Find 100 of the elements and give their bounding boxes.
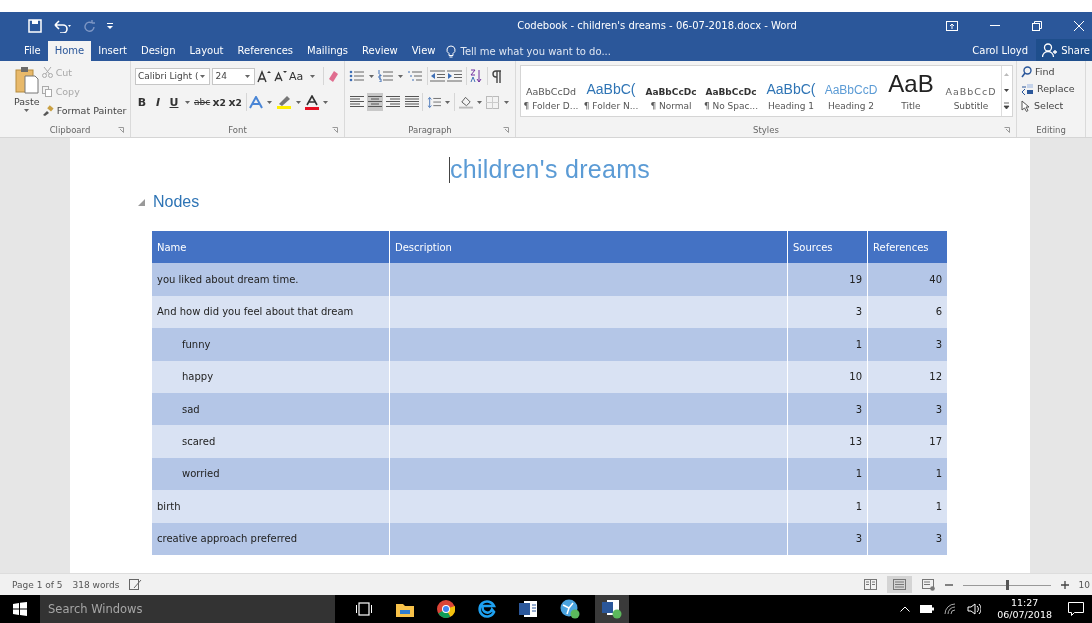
word-count[interactable]: 318 words (72, 579, 120, 590)
numbering-icon[interactable] (378, 67, 394, 85)
zoom-slider[interactable] (962, 578, 1051, 591)
font-name-field[interactable]: Calibri Light ( (135, 67, 211, 85)
share-button[interactable]: Share (1036, 39, 1092, 61)
decrease-indent-icon[interactable] (430, 67, 445, 85)
dropdown-arrow-icon[interactable] (504, 100, 509, 104)
line-spacing-icon[interactable] (421, 93, 441, 111)
style-item[interactable]: AaBbCcDd ¶ Folder D... (521, 66, 581, 116)
zoom-thumb[interactable] (1005, 579, 1009, 590)
document-app-icon[interactable] (519, 601, 537, 617)
taskbar-app-button[interactable] (595, 595, 629, 623)
ribbon-tab[interactable]: Home (47, 41, 92, 61)
align-button[interactable] (367, 93, 384, 111)
style-item[interactable]: AaBbC( ¶ Folder N... (581, 66, 641, 116)
dropdown-arrow-icon[interactable] (323, 100, 329, 104)
read-mode-icon[interactable] (863, 579, 877, 590)
dropdown-arrow-icon[interactable] (24, 109, 30, 112)
ribbon-tab[interactable]: Insert (91, 41, 134, 61)
ribbon-tab[interactable]: View (404, 41, 443, 61)
zoom-level[interactable]: 10 (1078, 579, 1092, 590)
dropdown-arrow-icon[interactable] (398, 74, 403, 78)
replace-button[interactable]: Replace (1021, 80, 1081, 97)
notifications-icon[interactable] (1068, 602, 1084, 616)
print-layout-button[interactable] (886, 576, 912, 593)
page-count[interactable]: Page 1 of 5 (12, 579, 63, 590)
browser-icon[interactable] (437, 600, 455, 618)
increase-indent-icon[interactable] (447, 67, 467, 85)
style-item[interactable]: AaBbC( Heading 1 (761, 66, 821, 116)
dropdown-arrow-icon[interactable] (245, 74, 250, 78)
dropdown-arrow-icon[interactable] (369, 74, 374, 78)
change-case-button[interactable]: Aa (289, 67, 303, 85)
find-button[interactable]: Find (1021, 63, 1081, 80)
table-cell-text: 1 (934, 499, 943, 514)
undo-icon[interactable] (52, 18, 74, 33)
multilevel-list-icon[interactable] (407, 67, 428, 85)
wifi-icon[interactable] (944, 603, 958, 615)
dropdown-arrow-icon[interactable] (477, 100, 482, 104)
style-item[interactable]: AaB Title (881, 66, 941, 116)
dialog-launcher-icon[interactable] (503, 127, 509, 133)
save-icon[interactable] (28, 18, 42, 33)
web-layout-icon[interactable] (921, 578, 935, 591)
search-field[interactable]: Search Windows (40, 595, 335, 623)
style-item[interactable]: AaBbCcD Subtitle (941, 66, 1001, 116)
proofing-icon[interactable] (129, 579, 143, 590)
shading-icon[interactable] (454, 93, 473, 111)
tell-me-field[interactable]: Tell me what you want to do... (460, 43, 636, 59)
paste-button[interactable]: Paste (14, 64, 40, 123)
folder-icon[interactable] (396, 601, 414, 617)
format-painter-button[interactable]: Format Painter (41, 102, 127, 119)
italic-button[interactable]: I (151, 93, 165, 111)
group-label: Styles (753, 125, 779, 135)
customize-arrow-icon[interactable] (106, 21, 114, 30)
dialog-launcher-icon[interactable] (1004, 127, 1010, 133)
close-icon[interactable] (1074, 20, 1084, 31)
style-item[interactable]: AaBbCcDc ¶ Normal (641, 66, 701, 116)
task-view-icon[interactable] (355, 602, 373, 616)
table-cell-text: 1 (934, 467, 943, 482)
pilcrow-icon[interactable] (490, 67, 504, 85)
dropdown-arrow-icon[interactable] (200, 74, 206, 78)
font-size-field[interactable]: 24 (212, 67, 255, 85)
ribbon-tab[interactable]: Review (355, 41, 405, 61)
style-item[interactable]: AaBbCcD Heading 2 (821, 66, 881, 116)
dropdown-arrow-icon[interactable] (296, 100, 302, 104)
clock-date[interactable]: 06/07/2018 (997, 609, 1052, 621)
style-item[interactable]: AaBbCcDc ¶ No Spac... (701, 66, 761, 116)
minimize-icon[interactable] (990, 24, 1000, 27)
document-app-icon (602, 599, 622, 619)
user-name[interactable]: Carol Lloyd (972, 41, 1037, 61)
dialog-launcher-icon[interactable] (118, 127, 124, 133)
select-button[interactable]: Select (1021, 97, 1081, 114)
dropdown-arrow-icon[interactable] (309, 74, 315, 78)
ribbon-display-icon[interactable] (946, 20, 958, 31)
align-icon (404, 96, 419, 108)
bold-button[interactable]: B (135, 93, 149, 111)
text-effects-icon[interactable] (249, 93, 264, 111)
ribbon-tab[interactable]: Layout (182, 41, 231, 61)
clock-time[interactable]: 11:27 (1010, 597, 1039, 609)
font-color-icon[interactable] (305, 93, 320, 111)
battery-icon[interactable] (920, 605, 935, 613)
ribbon-tab[interactable]: Mailings (300, 41, 356, 61)
dropdown-arrow-icon[interactable] (445, 100, 450, 104)
highlighter-icon[interactable] (276, 93, 293, 111)
underline-button[interactable]: U (167, 93, 181, 111)
ribbon-tab[interactable]: File (17, 41, 48, 61)
sort-icon[interactable] (469, 67, 488, 85)
dialog-launcher-icon[interactable] (332, 127, 338, 133)
ribbon-tab[interactable]: Design (133, 41, 183, 61)
table-cell: scared (152, 425, 390, 458)
strikethrough-button[interactable]: abc (194, 93, 211, 111)
edge-browser-icon[interactable] (478, 600, 496, 618)
ribbon-tab[interactable]: References (230, 41, 301, 61)
restore-icon[interactable] (1032, 20, 1042, 31)
zoom-in-icon[interactable] (1060, 580, 1069, 589)
dropdown-arrow-icon[interactable] (267, 100, 273, 104)
volume-icon[interactable] (967, 603, 982, 615)
collapse-icon[interactable] (138, 198, 145, 206)
chevron-up-icon[interactable] (900, 606, 911, 612)
table-cell-text: 3 (934, 337, 943, 352)
dropdown-arrow-icon[interactable] (185, 100, 190, 104)
